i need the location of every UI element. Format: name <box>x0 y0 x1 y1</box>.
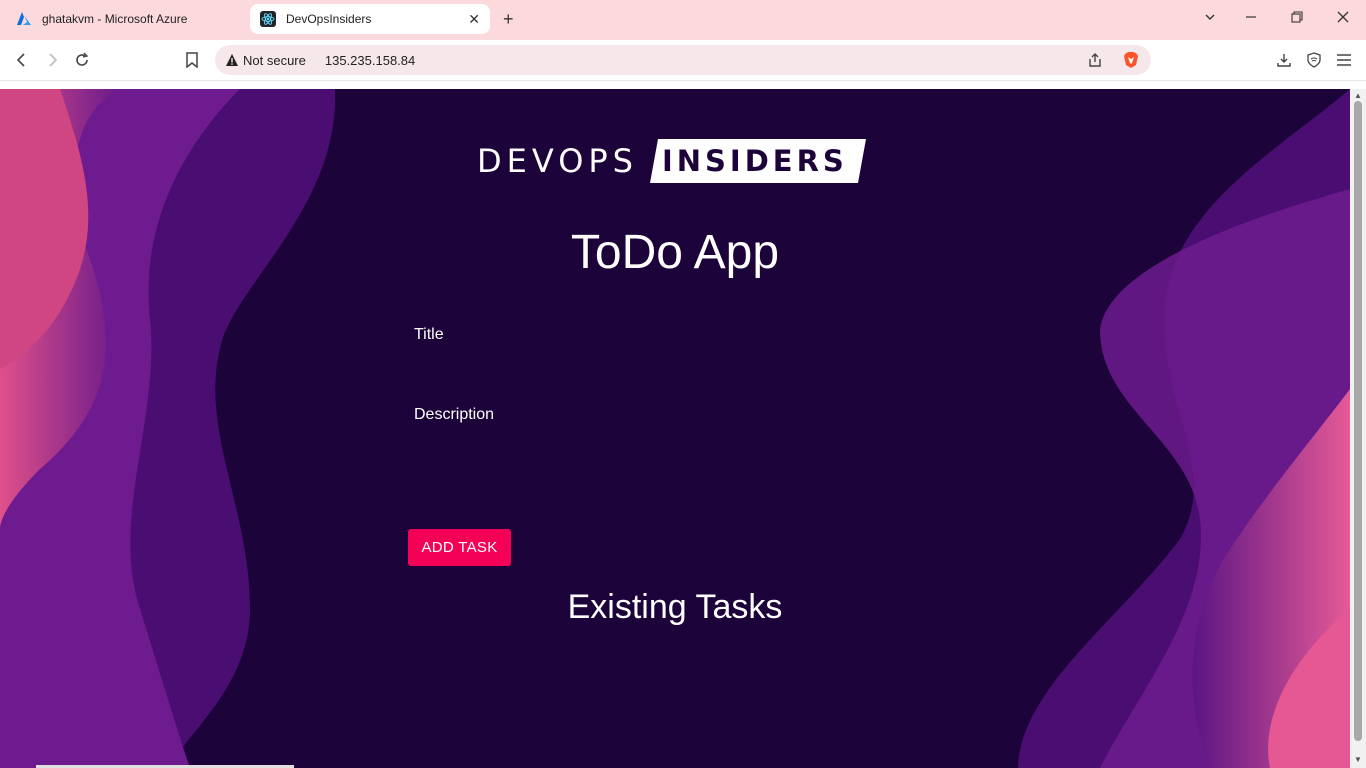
warning-icon[interactable] <box>225 53 239 67</box>
bookmarks-bar <box>0 81 1366 89</box>
logo-badge: INSIDERS <box>649 139 866 183</box>
scroll-down-icon[interactable]: ▼ <box>1354 755 1362 764</box>
tab-strip: ghatakvm - Microsoft Azure DevOpsInsider… <box>0 0 1366 40</box>
close-window-icon[interactable] <box>1337 10 1349 26</box>
brave-shields-icon[interactable] <box>1121 50 1141 70</box>
vpn-shield-icon[interactable] <box>1304 50 1324 70</box>
tab-title: ghatakvm - Microsoft Azure <box>42 12 188 26</box>
close-tab-icon[interactable]: ✕ <box>468 11 480 28</box>
react-icon <box>260 11 276 27</box>
page-viewport: DEVOPS INSIDERS ToDo App Title Descripti… <box>0 89 1350 768</box>
security-label[interactable]: Not secure <box>243 53 306 68</box>
description-input[interactable] <box>408 431 942 459</box>
devops-insiders-logo: DEVOPS INSIDERS <box>477 139 866 183</box>
forward-icon[interactable] <box>42 50 62 70</box>
logo-text-devops: DEVOPS <box>477 142 638 180</box>
tab-title: DevOpsInsiders <box>286 12 372 26</box>
tab-devopsinsiders[interactable]: DevOpsInsiders ✕ <box>250 4 490 34</box>
title-label: Title <box>414 326 444 343</box>
azure-icon <box>16 11 32 27</box>
reload-icon[interactable] <box>72 50 92 70</box>
tab-search-icon[interactable] <box>1204 10 1216 26</box>
url-text[interactable]: 135.235.158.84 <box>325 53 415 68</box>
scrollbar-thumb[interactable] <box>1354 101 1362 741</box>
title-input[interactable] <box>408 351 942 379</box>
bookmark-icon[interactable] <box>182 50 202 70</box>
page-title: ToDo App <box>570 226 780 279</box>
minimize-icon[interactable] <box>1245 10 1257 26</box>
restore-icon[interactable] <box>1291 10 1303 26</box>
menu-icon[interactable] <box>1334 50 1354 70</box>
address-bar[interactable]: Not secure 135.235.158.84 <box>215 45 1151 75</box>
browser-toolbar: Not secure 135.235.158.84 <box>0 40 1366 81</box>
page-scrollbar[interactable]: ▲ ▼ <box>1350 89 1366 768</box>
description-label: Description <box>414 406 495 423</box>
back-icon[interactable] <box>12 50 32 70</box>
download-icon[interactable] <box>1274 50 1294 70</box>
logo-text-insiders: INSIDERS <box>661 144 848 178</box>
scroll-up-icon[interactable]: ▲ <box>1354 91 1362 100</box>
share-icon[interactable] <box>1085 50 1105 70</box>
existing-tasks-heading: Existing Tasks <box>567 588 783 626</box>
wave-background <box>0 89 1350 768</box>
tab-azure[interactable]: ghatakvm - Microsoft Azure <box>8 4 240 34</box>
new-tab-icon[interactable]: + <box>503 9 514 29</box>
add-task-button[interactable]: ADD TASK <box>408 529 511 566</box>
